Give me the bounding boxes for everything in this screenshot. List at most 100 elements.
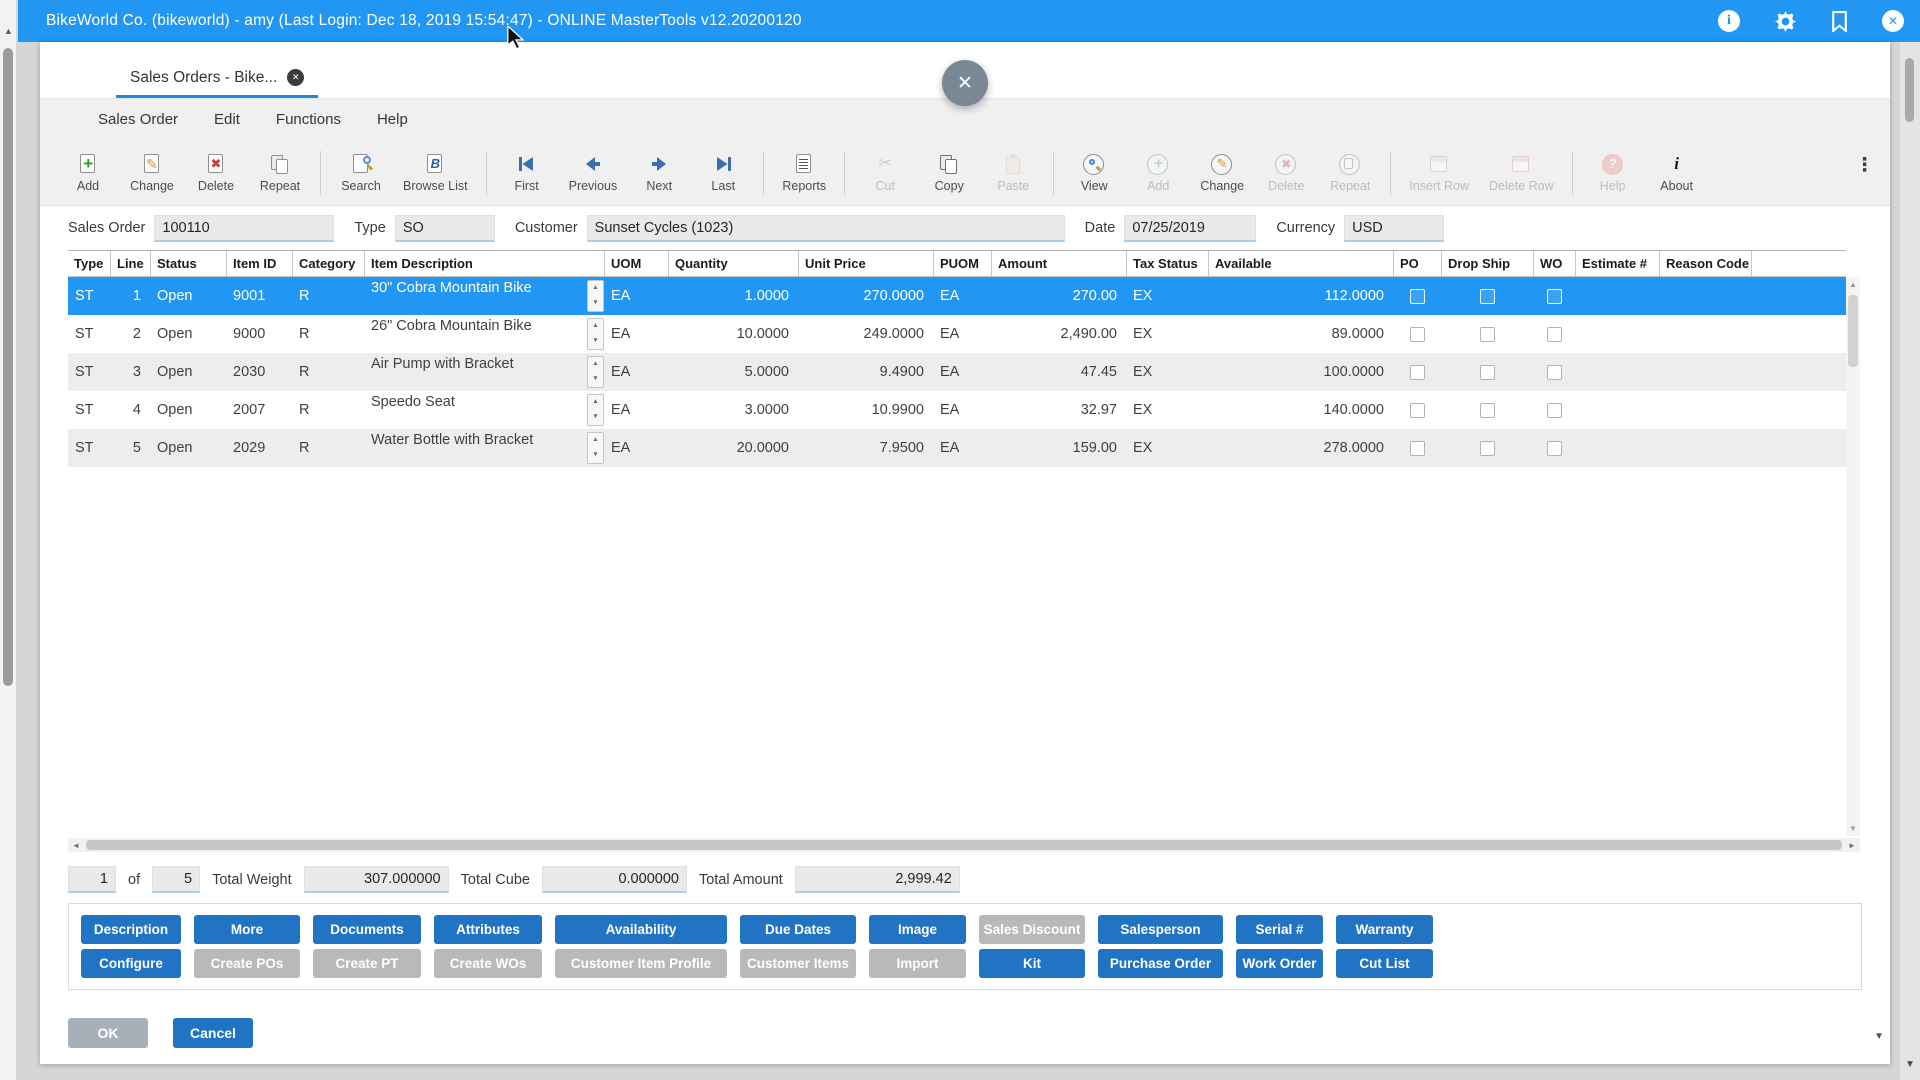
description-button[interactable]: Description [81,915,181,944]
more-button[interactable]: More [194,915,300,944]
scroll-up-icon[interactable]: ▲ [0,26,17,36]
work-order-button[interactable]: Work Order [1236,949,1323,978]
currency-input[interactable]: USD [1344,215,1444,242]
toolbar-view[interactable]: View [1062,153,1126,193]
drop-ship-checkbox[interactable] [1480,403,1495,418]
spinner-up-icon[interactable]: ▲ [592,361,598,368]
row-spinner[interactable]: ▲▼ [587,356,604,388]
tab-sales-orders[interactable]: Sales Orders - Bike... ✕ [116,60,318,98]
spinner-down-icon[interactable]: ▼ [592,414,598,421]
col-reason-code[interactable]: Reason Code [1659,251,1751,276]
drop-ship-checkbox[interactable] [1480,327,1495,342]
spinner-up-icon[interactable]: ▲ [592,399,598,406]
sales-order-input[interactable]: 100110 [154,215,334,242]
row-spinner[interactable]: ▲▼ [587,318,604,350]
toolbar-about[interactable]: i About [1645,153,1709,193]
due-dates-button[interactable]: Due Dates [740,915,856,944]
dialog-close-button[interactable]: ✕ [942,60,988,106]
table-row[interactable]: ST 4 Open 2007 R Speedo Seat▲▼ EA 3.0000… [68,391,1846,429]
po-checkbox[interactable] [1410,289,1425,304]
drop-ship-checkbox[interactable] [1480,441,1495,456]
bookmark-icon[interactable] [1831,11,1848,32]
kit-button[interactable]: Kit [979,949,1085,978]
spinner-down-icon[interactable]: ▼ [592,376,598,383]
cancel-button[interactable]: Cancel [173,1018,253,1048]
availability-button[interactable]: Availability [555,915,727,944]
col-amount[interactable]: Amount [991,251,1126,276]
toolbar-delete[interactable]: ✖ Delete [184,153,248,193]
wo-checkbox[interactable] [1547,365,1562,380]
toolbar-add[interactable]: + Add [56,153,120,193]
gear-icon[interactable] [1774,10,1797,33]
po-checkbox[interactable] [1410,441,1425,456]
spinner-down-icon[interactable]: ▼ [592,300,598,307]
col-estimate[interactable]: Estimate # [1575,251,1659,276]
spinner-down-icon[interactable]: ▼ [592,338,598,345]
col-available[interactable]: Available [1208,251,1393,276]
toolbar-last[interactable]: Last [691,153,755,193]
window-scroll-down-icon[interactable]: ▼ [1874,1031,1884,1042]
row-spinner[interactable]: ▲▼ [587,280,604,312]
serial-number-button[interactable]: Serial # [1236,915,1323,944]
col-category[interactable]: Category [292,251,364,276]
col-item-description[interactable]: Item Description [364,251,604,276]
info-icon[interactable]: i [1718,10,1740,32]
toolbar-change[interactable]: ✎ Change [120,153,184,193]
close-icon[interactable]: ✕ [1882,10,1904,32]
date-input[interactable]: 07/25/2019 [1124,215,1256,242]
po-checkbox[interactable] [1410,327,1425,342]
spinner-down-icon[interactable]: ▼ [592,452,598,459]
overflow-menu-button[interactable]: ⋮ [1855,154,1874,177]
scroll-down-icon[interactable]: ▼ [1846,824,1860,833]
menu-sales-order[interactable]: Sales Order [98,111,178,128]
toolbar-first[interactable]: First [495,153,559,193]
spinner-up-icon[interactable]: ▲ [592,437,598,444]
page-right-scrollbar[interactable]: ▼ [1900,42,1920,1080]
attributes-button[interactable]: Attributes [434,915,542,944]
scroll-left-icon[interactable]: ◄ [68,841,84,850]
wo-checkbox[interactable] [1547,327,1562,342]
table-row[interactable]: ST 2 Open 9000 R 26" Cobra Mountain Bike… [68,315,1846,353]
scrollbar-thumb[interactable] [1848,295,1858,367]
toolbar-repeat[interactable]: Repeat [248,153,312,193]
col-quantity[interactable]: Quantity [668,251,798,276]
toolbar-search[interactable]: Search [329,153,393,193]
table-row[interactable]: ST 5 Open 2029 R Water Bottle with Brack… [68,429,1846,467]
wo-checkbox[interactable] [1547,403,1562,418]
row-spinner[interactable]: ▲▼ [587,394,604,426]
documents-button[interactable]: Documents [313,915,421,944]
po-checkbox[interactable] [1410,365,1425,380]
toolbar-next[interactable]: Next [627,153,691,193]
wo-checkbox[interactable] [1547,289,1562,304]
col-uom[interactable]: UOM [604,251,668,276]
col-drop-ship[interactable]: Drop Ship [1441,251,1533,276]
tab-close-icon[interactable]: ✕ [287,69,304,86]
table-row[interactable]: ST 3 Open 2030 R Air Pump with Bracket▲▼… [68,353,1846,391]
scroll-right-icon[interactable]: ► [1844,841,1860,850]
spinner-up-icon[interactable]: ▲ [592,285,598,292]
scrollbar-thumb[interactable] [1905,58,1914,122]
scrollbar-thumb[interactable] [86,840,1842,850]
col-status[interactable]: Status [150,251,226,276]
warranty-button[interactable]: Warranty [1336,915,1433,944]
menu-help[interactable]: Help [377,111,408,128]
table-row[interactable]: ST 1 Open 9001 R 30" Cobra Mountain Bike… [68,277,1846,315]
menu-functions[interactable]: Functions [276,111,341,128]
col-item-id[interactable]: Item ID [226,251,292,276]
drop-ship-checkbox[interactable] [1480,289,1495,304]
image-button[interactable]: Image [869,915,966,944]
cut-list-button[interactable]: Cut List [1336,949,1433,978]
current-line-field[interactable]: 1 [68,866,116,893]
po-checkbox[interactable] [1410,403,1425,418]
configure-button[interactable]: Configure [81,949,181,978]
toolbar-previous[interactable]: Previous [559,153,628,193]
wo-checkbox[interactable] [1547,441,1562,456]
drop-ship-checkbox[interactable] [1480,365,1495,380]
toolbar-browse-list[interactable]: B Browse List [393,153,478,193]
page-left-scrollbar[interactable]: ▲ [0,0,17,1080]
col-tax-status[interactable]: Tax Status [1126,251,1208,276]
toolbar-change-line[interactable]: ✎ Change [1190,153,1254,193]
toolbar-copy[interactable]: Copy [917,153,981,193]
menu-edit[interactable]: Edit [214,111,240,128]
col-wo[interactable]: WO [1533,251,1575,276]
